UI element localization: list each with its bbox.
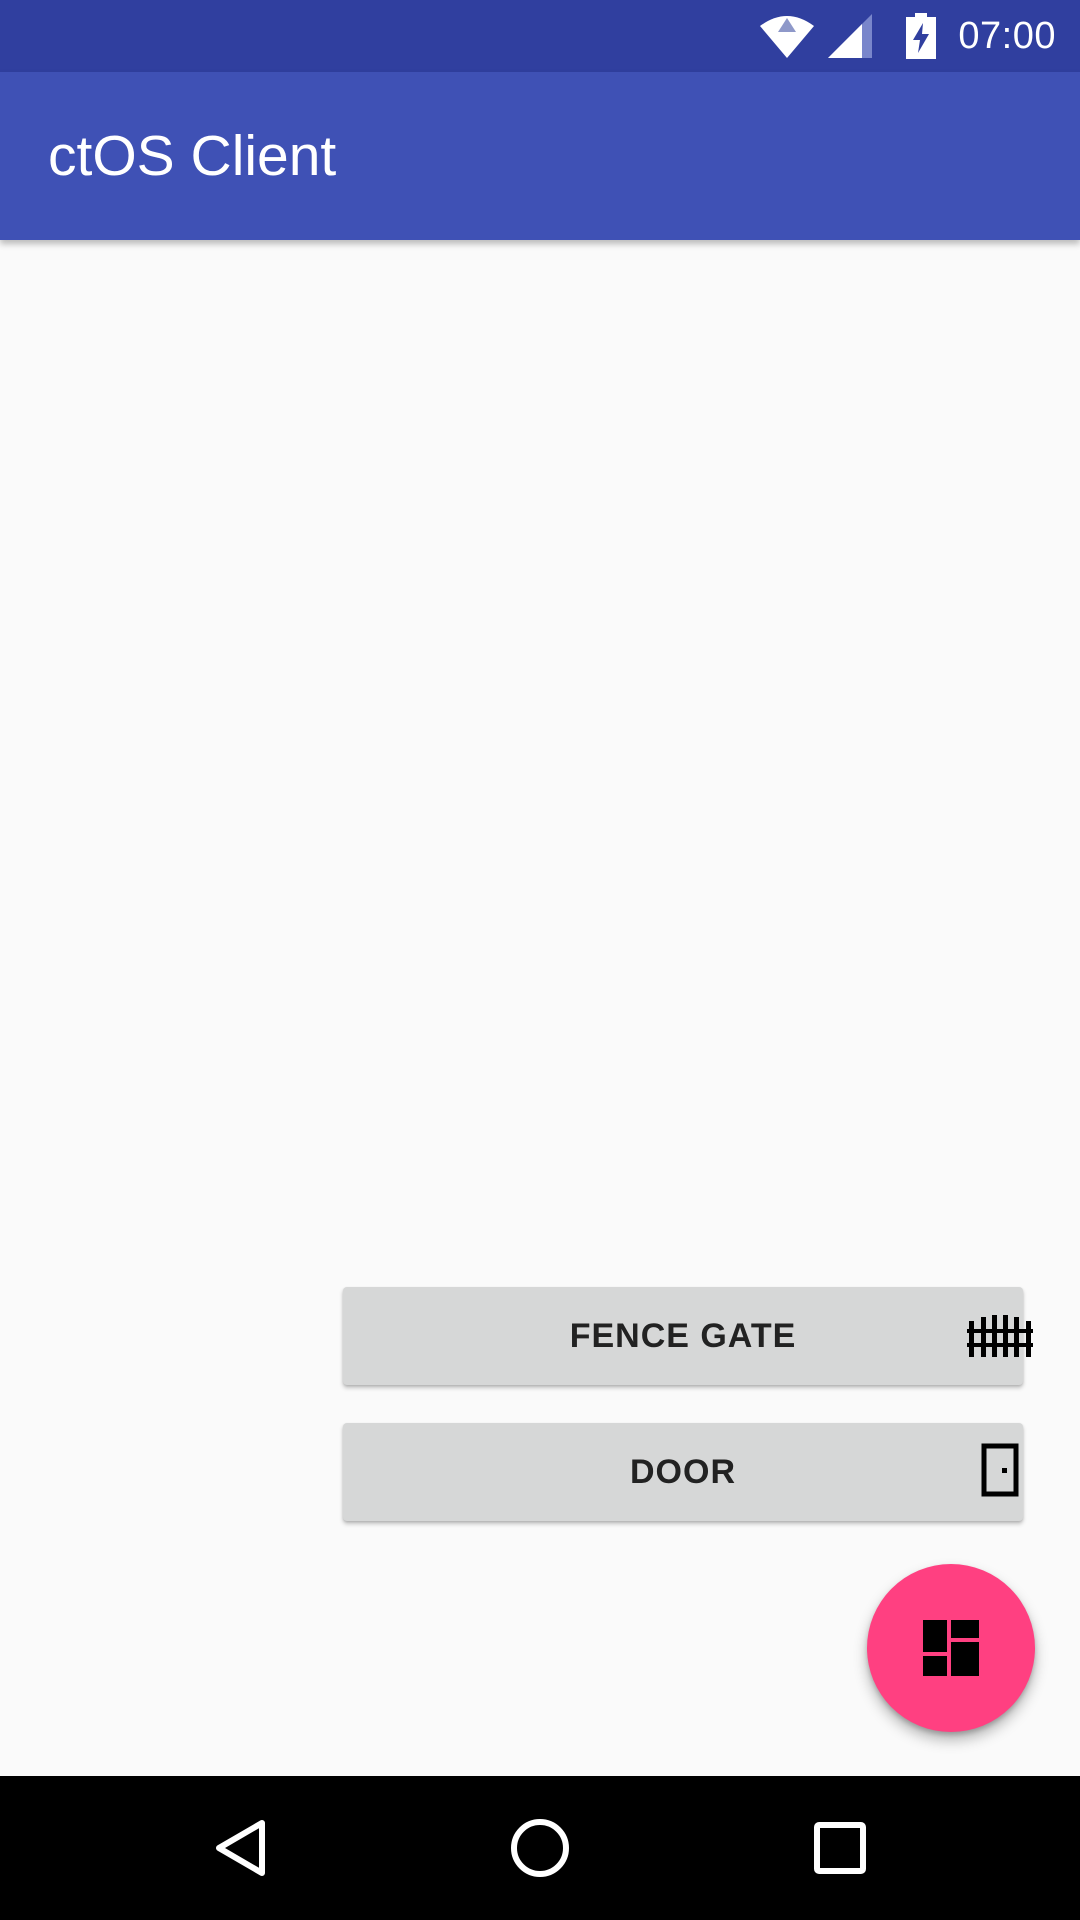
- door-button[interactable]: DOOR: [343, 1423, 1023, 1521]
- app-title: ctOS Client: [48, 124, 337, 188]
- fence-gate-button[interactable]: FENCE GATE: [343, 1287, 1033, 1385]
- wifi-icon: [760, 16, 815, 58]
- door-icon: [981, 1443, 1019, 1497]
- nav-back-button[interactable]: [160, 1776, 320, 1920]
- status-icons: 07:00: [758, 0, 1080, 72]
- status-time: 07:00: [958, 14, 1056, 57]
- dashboard-icon: [923, 1620, 979, 1676]
- nav-recents-button[interactable]: [760, 1776, 920, 1920]
- dashboard-fab[interactable]: [867, 1564, 1035, 1732]
- home-icon: [511, 1819, 569, 1877]
- back-icon: [216, 1820, 265, 1876]
- nav-home-button[interactable]: [460, 1776, 620, 1920]
- app-bar: ctOS Client: [0, 72, 1080, 240]
- status-bar: 07:00: [0, 0, 1080, 72]
- navigation-bar: [0, 1776, 1080, 1920]
- recents-icon: [814, 1822, 866, 1874]
- door-button-label: DOOR: [630, 1452, 736, 1491]
- fence-gate-button-label: FENCE GATE: [569, 1316, 797, 1355]
- cell-signal-icon: [828, 14, 873, 58]
- screen: 07:00 ctOS Client FENCE GATE DOOR: [0, 0, 1080, 1920]
- battery-charging-icon: [906, 13, 937, 59]
- fence-icon: [967, 1315, 1033, 1357]
